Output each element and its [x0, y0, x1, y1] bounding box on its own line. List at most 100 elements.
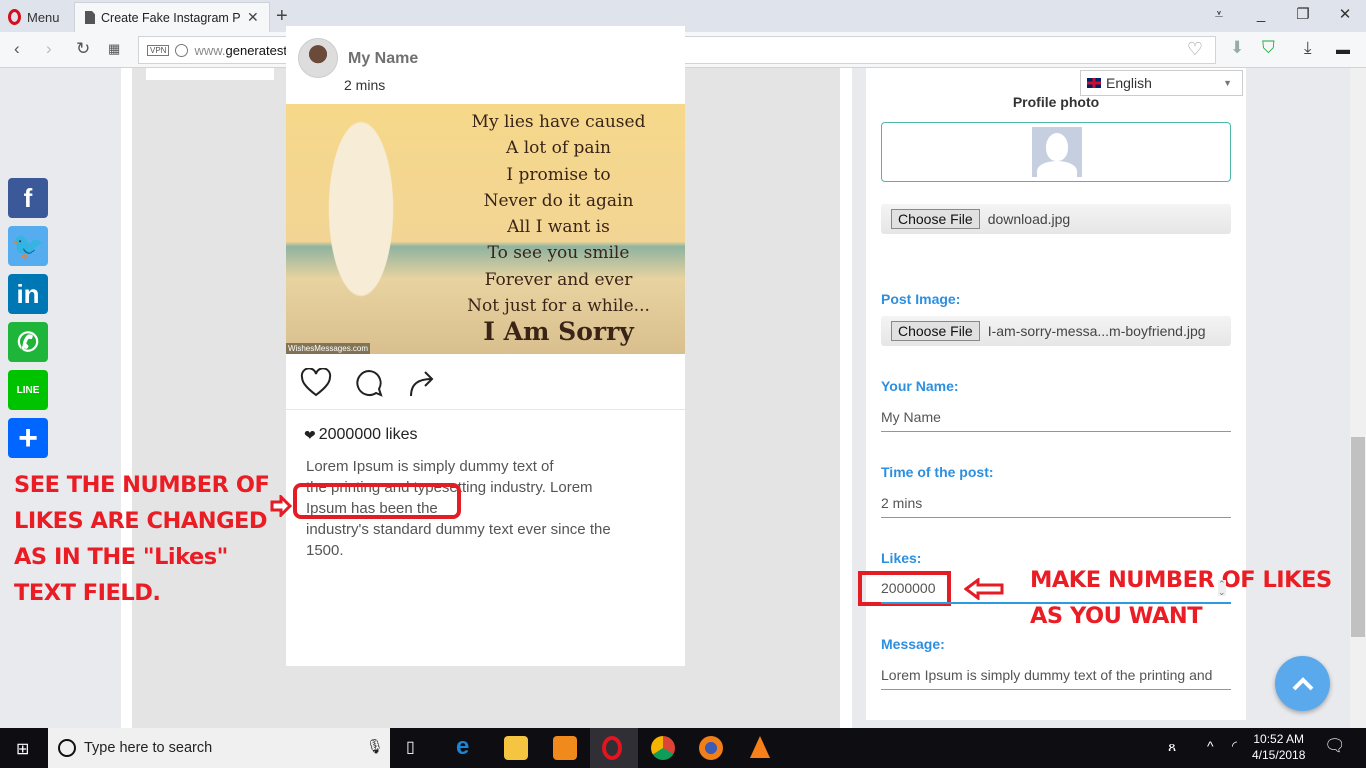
- clock-date: 4/15/2018: [1252, 748, 1306, 762]
- share-arrow-icon[interactable]: [408, 368, 436, 398]
- chrome-icon[interactable]: [651, 736, 675, 760]
- task-view-icon[interactable]: ▯: [406, 737, 415, 757]
- restore-button[interactable]: ❐: [1282, 0, 1324, 32]
- vpn-badge[interactable]: VPN: [147, 44, 170, 56]
- name-input[interactable]: My Name: [881, 402, 1231, 432]
- post-time: 2 mins: [344, 77, 386, 93]
- likes-input[interactable]: 2000000: [881, 574, 1231, 604]
- tab-menu-icon[interactable]: ⩡: [1198, 0, 1240, 32]
- top-panel: [146, 68, 274, 80]
- likes-label: Likes:: [881, 550, 922, 566]
- wifi-icon[interactable]: ◜: [1232, 738, 1237, 754]
- likes-text: 2000000 likes: [318, 426, 418, 443]
- post-image: My lies have caused A lot of pain I promis…: [286, 104, 685, 354]
- facebook-share-button[interactable]: f: [8, 178, 48, 218]
- line-share-button[interactable]: LINE: [8, 370, 48, 410]
- time-input[interactable]: 2 mins: [881, 488, 1231, 518]
- shield-icon[interactable]: ⛉: [1262, 38, 1275, 58]
- menu-label: Menu: [27, 9, 60, 25]
- uc-browser-icon[interactable]: [553, 736, 577, 760]
- message-label: Message:: [881, 636, 945, 652]
- linkedin-share-button[interactable]: in: [8, 274, 48, 314]
- system-clock[interactable]: 10:52 AM 4/15/2018: [1252, 731, 1305, 763]
- forward-button[interactable]: ›: [46, 39, 52, 59]
- choose-profile-file-button[interactable]: Choose File: [891, 209, 980, 229]
- windows-taskbar: ⊞ Type here to search 🎙 ▯ e ጸ ^ ◜ 10:52 …: [0, 728, 1366, 768]
- opera-taskbar-icon[interactable]: [602, 736, 622, 760]
- close-window-button[interactable]: ✕: [1324, 0, 1366, 32]
- download-arrow-icon[interactable]: ⬇: [1230, 38, 1244, 58]
- speed-dial-icon[interactable]: ▦: [108, 41, 120, 57]
- annotation-arrow-right-icon: [270, 495, 292, 517]
- globe-icon: [175, 43, 189, 57]
- quote-line: I Am Sorry: [483, 317, 634, 347]
- quote-line: My lies have caused: [471, 112, 646, 132]
- edge-icon[interactable]: e: [456, 733, 480, 760]
- couple-photo: [311, 119, 411, 344]
- likes-count: ❤ 2000000 likes: [304, 426, 417, 444]
- share-share-button[interactable]: +: [8, 418, 48, 458]
- language-value: English: [1106, 75, 1152, 91]
- back-button[interactable]: ‹: [14, 39, 20, 59]
- default-avatar-icon: [1032, 127, 1082, 177]
- chevron-up-tray-icon[interactable]: ^: [1207, 738, 1214, 754]
- like-heart-icon[interactable]: [300, 368, 332, 398]
- post-author-name: My Name: [348, 50, 419, 67]
- annotation-left: SEE THE NUMBER OF LIKES ARE CHANGED AS IN …: [14, 467, 270, 611]
- message-line: Lorem Ipsum is simply dummy text of: [306, 458, 554, 475]
- scrollbar-thumb[interactable]: [1351, 437, 1365, 637]
- twitter-share-button[interactable]: 🐦: [8, 226, 48, 266]
- action-center-icon[interactable]: 🗨: [1324, 736, 1346, 756]
- avatar: [298, 38, 338, 78]
- minimize-button[interactable]: _: [1240, 0, 1282, 32]
- annotation-line: TEXT FIELD.: [14, 580, 161, 606]
- number-spinner[interactable]: ⌃ ⌄: [1218, 580, 1226, 597]
- name-label: Your Name:: [881, 378, 959, 394]
- opera-menu-button[interactable]: Menu: [8, 7, 60, 27]
- choose-post-image-button[interactable]: Choose File: [891, 321, 980, 341]
- downloads-icon[interactable]: ⤓: [1304, 38, 1312, 58]
- browser-tab[interactable]: Create Fake Instagram Post ✕: [74, 2, 270, 32]
- opera-logo-icon: [8, 9, 21, 25]
- image-watermark: WishesMessages.com: [286, 343, 371, 354]
- firefox-icon[interactable]: [699, 736, 723, 760]
- post-image-file-input: Choose File I-am-sorry-messa...m-boyfrie…: [881, 316, 1231, 346]
- quote-line: All I want is: [507, 217, 610, 238]
- comment-icon[interactable]: [354, 368, 384, 398]
- clock-time: 10:52 AM: [1253, 732, 1305, 746]
- whatsapp-share-button[interactable]: ✆: [8, 322, 48, 362]
- annotation-line: LIKES ARE CHANGED: [14, 508, 268, 534]
- close-tab-icon[interactable]: ✕: [247, 9, 259, 26]
- microphone-icon[interactable]: 🎙: [366, 738, 384, 755]
- column-divider: [121, 68, 132, 728]
- annotation-line: AS IN THE "Likes": [14, 544, 228, 570]
- reload-button[interactable]: ↻: [76, 39, 90, 59]
- people-icon[interactable]: ጸ: [1168, 738, 1176, 755]
- time-label: Time of the post:: [881, 464, 994, 480]
- windows-start-icon[interactable]: ⊞: [16, 739, 29, 759]
- taskbar-search[interactable]: Type here to search 🎙: [48, 728, 390, 768]
- uk-flag-icon: [1087, 78, 1101, 88]
- profile-photo-label: Profile photo: [1012, 94, 1100, 110]
- message-input[interactable]: Lorem Ipsum is simply dummy text of the …: [881, 660, 1231, 690]
- quote-line: I promise to: [506, 164, 611, 185]
- url-prefix: www.: [194, 42, 226, 58]
- profile-photo-preview: [881, 122, 1231, 182]
- file-explorer-icon[interactable]: [504, 736, 528, 760]
- message-line: industry's standard dummy text ever sinc…: [306, 521, 611, 538]
- scroll-to-top-button[interactable]: [1275, 656, 1330, 711]
- search-placeholder: Type here to search: [84, 740, 213, 756]
- instagram-post-preview: My Name 2 mins My lies have caused A lot …: [286, 26, 685, 666]
- bookmark-heart-icon[interactable]: ♡: [1187, 39, 1203, 60]
- cortana-icon: [58, 739, 76, 757]
- post-actions: [286, 354, 685, 410]
- chevron-down-icon: ▼: [1223, 78, 1232, 88]
- tab-title: Create Fake Instagram Post: [101, 10, 241, 25]
- profile-file-name: download.jpg: [987, 211, 1071, 227]
- post-image-label: Post Image:: [881, 291, 961, 307]
- vlc-icon[interactable]: [750, 736, 770, 758]
- profile-file-input: Choose File download.jpg: [881, 204, 1231, 234]
- image-quote: My lies have caused A lot of pain I promis…: [436, 109, 681, 346]
- new-tab-button[interactable]: +: [276, 5, 288, 28]
- language-select[interactable]: English ▼: [1080, 70, 1243, 96]
